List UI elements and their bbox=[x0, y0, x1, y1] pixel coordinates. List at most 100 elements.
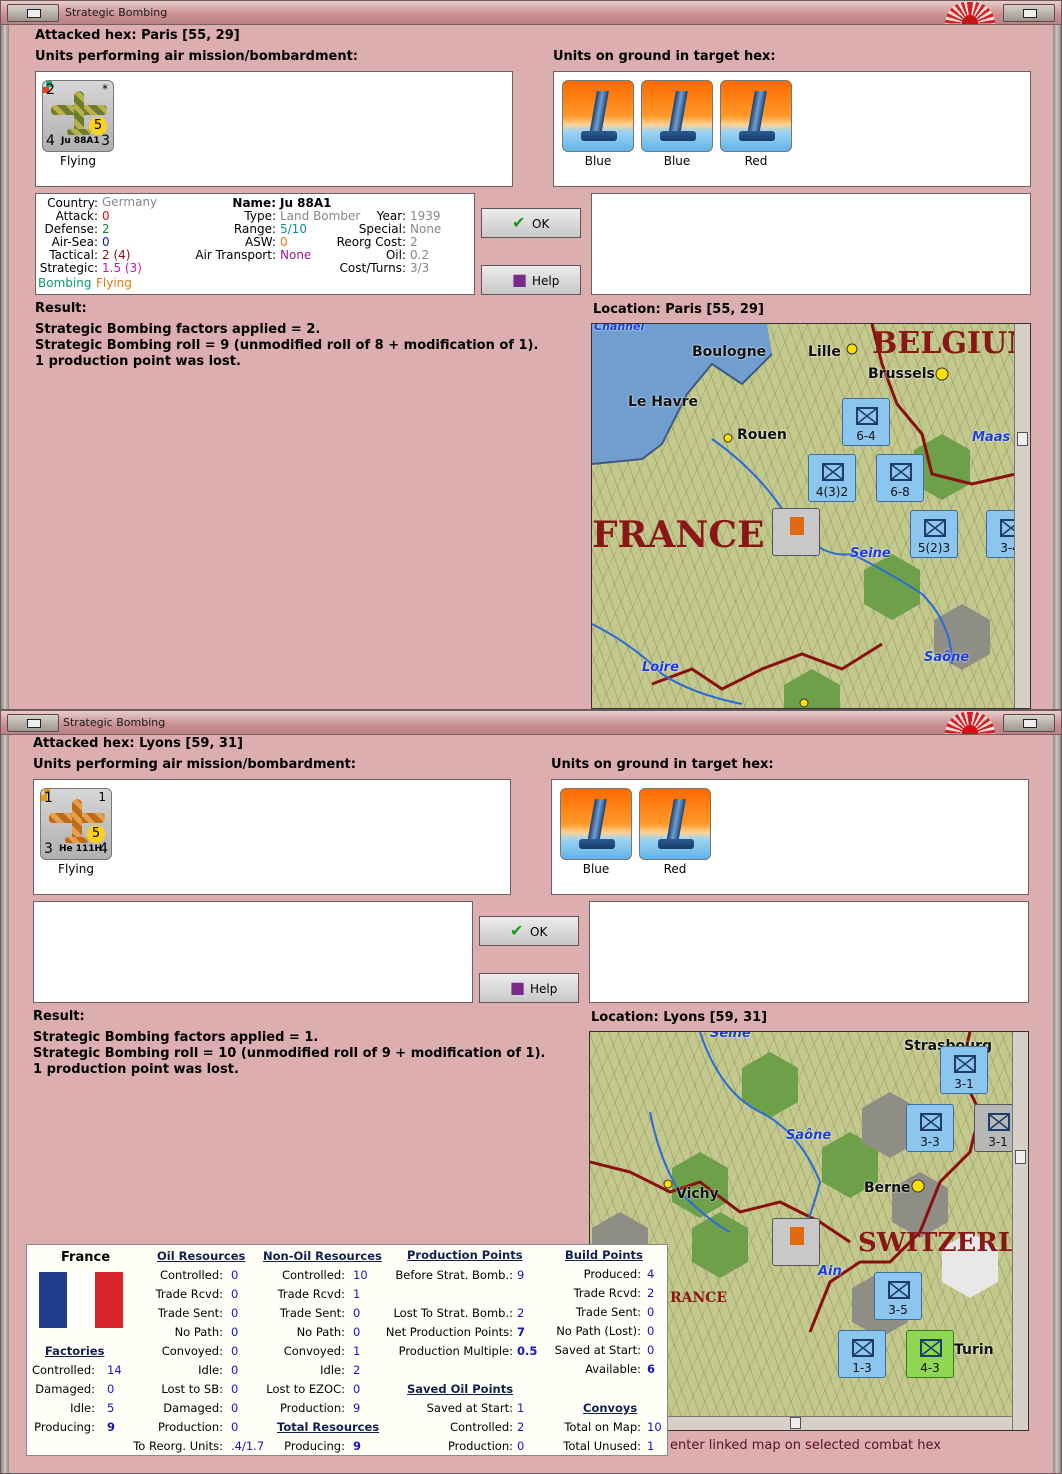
summary-row-value: 0 bbox=[647, 1305, 655, 1319]
aa-gun-icon bbox=[589, 91, 609, 135]
ok-button[interactable]: ✔ OK bbox=[479, 916, 579, 946]
counter-name: Ju 88A1 bbox=[61, 136, 100, 146]
result-line: Strategic Bombing factors applied = 1. bbox=[33, 1030, 319, 1045]
help-book-icon: ■ bbox=[512, 270, 528, 289]
defender-label: Blue bbox=[663, 154, 691, 168]
flag-stripe bbox=[39, 1272, 67, 1328]
result-line: Strategic Bombing roll = 10 (unmodified … bbox=[33, 1046, 546, 1061]
map-vertical-scrollbar[interactable] bbox=[1012, 1032, 1028, 1430]
summary-row-value: 14 bbox=[107, 1363, 122, 1377]
help-button[interactable]: ■ Help bbox=[481, 265, 581, 295]
maximize-button[interactable] bbox=[1003, 4, 1055, 22]
flak-counter[interactable] bbox=[560, 788, 632, 860]
target-map[interactable]: Channel BELGIUM FRANCE Boulogne Lille Br… bbox=[591, 323, 1031, 709]
help-button[interactable]: ■ Help bbox=[479, 973, 579, 1003]
map-city-label: Vichy bbox=[676, 1186, 719, 1202]
map-river-label: Maas bbox=[972, 430, 1011, 445]
system-menu-button[interactable] bbox=[7, 4, 59, 22]
ok-button[interactable]: ✔ OK bbox=[481, 208, 581, 238]
summary-row-label: Production Multiple: bbox=[398, 1344, 513, 1358]
city-marker bbox=[846, 343, 858, 355]
flak-counter[interactable] bbox=[720, 80, 792, 152]
map-bomber-counter[interactable] bbox=[772, 508, 820, 556]
counter-top-right: 1 bbox=[98, 790, 106, 804]
he111-counter[interactable]: 1 1 3 4 5 He 111H bbox=[40, 788, 112, 860]
defender-unit[interactable]: Blue bbox=[560, 788, 632, 876]
maximize-button[interactable] bbox=[1003, 714, 1055, 732]
window-frame-right bbox=[1053, 25, 1061, 709]
defender-unit[interactable]: Blue bbox=[641, 80, 713, 168]
map-unit-counter[interactable]: 4(3)2 bbox=[808, 454, 856, 502]
summary-row-label: Trade Sent: bbox=[575, 1305, 641, 1319]
infantry-icon bbox=[924, 519, 946, 537]
map-unit-counter[interactable]: 3-1 bbox=[940, 1046, 988, 1094]
map-unit-counter[interactable]: 4-3 bbox=[906, 1330, 954, 1378]
infantry-icon bbox=[890, 463, 912, 481]
summary-row-label: Idle: bbox=[70, 1401, 95, 1415]
aa-gun-icon bbox=[668, 91, 688, 135]
summary-row-label: Production: bbox=[447, 1439, 513, 1453]
attacker-unit[interactable]: 2 * 4 3 5 Ju 88A1 Flying bbox=[42, 80, 114, 168]
summary-row-value: 9 bbox=[517, 1268, 525, 1282]
flag-stripe bbox=[67, 1272, 95, 1328]
flak-counter[interactable] bbox=[641, 80, 713, 152]
aa-gun-base bbox=[658, 839, 694, 849]
summary-row-value: 0 bbox=[353, 1382, 361, 1396]
map-unit-counter[interactable]: 6-4 bbox=[842, 398, 890, 446]
country-name: France bbox=[61, 1250, 111, 1265]
map-unit-counter[interactable]: 3-3 bbox=[906, 1104, 954, 1152]
attackers-panel: 2 * 4 3 5 Ju 88A1 Flying bbox=[35, 71, 513, 187]
title-bar[interactable]: Strategic Bombing bbox=[1, 1, 1061, 25]
map-bomber-counter[interactable] bbox=[772, 1218, 820, 1266]
plane-tail bbox=[67, 129, 91, 135]
system-menu-button[interactable] bbox=[7, 714, 59, 732]
defender-label: Blue bbox=[584, 154, 612, 168]
help-button-label: Help bbox=[530, 982, 558, 996]
map-unit-counter[interactable]: 1-3 bbox=[838, 1330, 886, 1378]
summary-row-value: 1 bbox=[353, 1344, 361, 1358]
unit-strength: 3-5 bbox=[888, 1303, 908, 1317]
map-city-label: Lille bbox=[808, 344, 841, 360]
summary-row-value: 0 bbox=[231, 1344, 239, 1358]
summary-row-value: 0 bbox=[107, 1382, 115, 1396]
summary-row-label: Lost To Strat. Bomb.: bbox=[393, 1306, 513, 1320]
unit-strength: 4-3 bbox=[920, 1361, 940, 1375]
summary-row-value: 2 bbox=[517, 1306, 525, 1320]
counter-name: He 111H bbox=[59, 844, 103, 854]
summary-row-label: Controlled: bbox=[159, 1268, 223, 1282]
map-vertical-scrollbar[interactable] bbox=[1014, 324, 1030, 708]
aa-gun-icon bbox=[587, 799, 607, 843]
map-unit-counter[interactable]: 6-8 bbox=[876, 454, 924, 502]
map-unit-counter[interactable]: 3-5 bbox=[874, 1272, 922, 1320]
attackers-label: Units performing air mission/bombardment… bbox=[35, 49, 359, 64]
scrollbar-thumb[interactable] bbox=[790, 1417, 801, 1429]
forest-hex bbox=[742, 1052, 798, 1118]
scrollbar-thumb[interactable] bbox=[1015, 1150, 1026, 1164]
counter-bottom-left: 3 bbox=[44, 841, 53, 857]
map-unit-counter[interactable]: 5(2)3 bbox=[910, 510, 958, 558]
scrollbar-thumb[interactable] bbox=[1017, 432, 1028, 446]
summary-row-label: Idle: bbox=[320, 1363, 345, 1377]
counter-top-right: * bbox=[102, 82, 108, 96]
flak-counter[interactable] bbox=[639, 788, 711, 860]
ju88-counter[interactable]: 2 * 4 3 5 Ju 88A1 bbox=[42, 80, 114, 152]
summary-row-label: Total Unused: bbox=[563, 1439, 641, 1453]
title-bar[interactable]: Strategic Bombing bbox=[1, 711, 1061, 735]
summary-row-value: 0 bbox=[231, 1306, 239, 1320]
attacker-unit[interactable]: 1 1 3 4 5 He 111H Flying bbox=[40, 788, 112, 876]
summary-row-label: No Path (Lost): bbox=[556, 1324, 641, 1338]
defender-unit[interactable]: Red bbox=[639, 788, 711, 876]
build-heading: Build Points bbox=[565, 1248, 643, 1262]
infantry-icon bbox=[852, 1339, 874, 1357]
summary-row-label: Total on Map: bbox=[564, 1420, 641, 1434]
summary-row-label: Trade Sent: bbox=[279, 1306, 345, 1320]
flak-counter[interactable] bbox=[562, 80, 634, 152]
defender-unit[interactable]: Blue bbox=[562, 80, 634, 168]
defender-unit[interactable]: Red bbox=[720, 80, 792, 168]
summary-row-value: 0 bbox=[353, 1306, 361, 1320]
bomber-icon bbox=[790, 517, 804, 535]
summary-row-value: 0 bbox=[231, 1382, 239, 1396]
france-flag-icon bbox=[39, 1272, 123, 1328]
summary-row-value: 1 bbox=[517, 1401, 525, 1415]
summary-row-label: Before Strat. Bomb.: bbox=[395, 1268, 513, 1282]
